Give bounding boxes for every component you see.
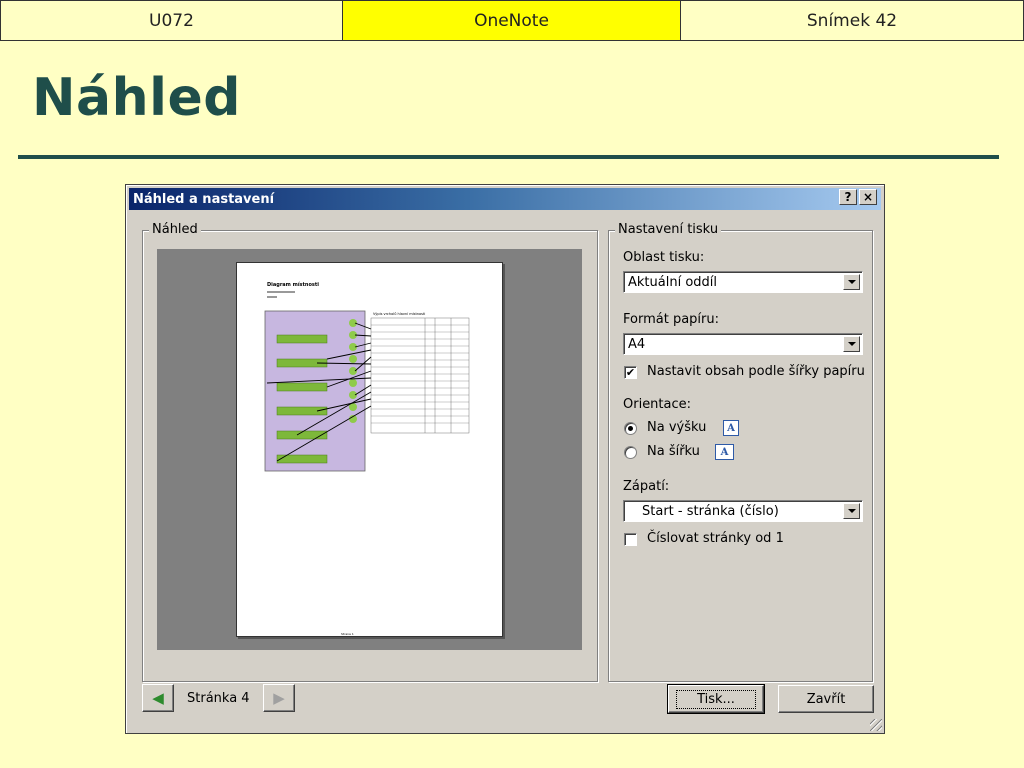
page-indicator: Stránka 4 bbox=[187, 691, 250, 706]
preview-settings-dialog: Náhled a nastavení ? × Náhled Diagram mí… bbox=[125, 184, 885, 734]
footer-value: Start - stránka (číslo) bbox=[642, 503, 779, 519]
close-button-label: Zavřít bbox=[806, 691, 846, 707]
thumb-doc-title: Diagram místnosti bbox=[267, 281, 319, 288]
previous-page-button[interactable]: ◀ bbox=[142, 684, 174, 712]
preview-group-label: Náhled bbox=[149, 222, 201, 237]
fit-width-label: Nastavit obsah podle šířky papíru bbox=[647, 364, 865, 379]
portrait-radio[interactable] bbox=[624, 422, 637, 435]
portrait-icon: A bbox=[723, 420, 739, 436]
print-area-value: Aktuální oddíl bbox=[628, 274, 718, 290]
print-settings-group: Nastavení tisku Oblast tisku: Aktuální o… bbox=[608, 222, 873, 682]
close-dialog-button[interactable]: Zavřít bbox=[778, 685, 874, 713]
paper-format-select[interactable]: A4 bbox=[623, 333, 863, 355]
print-area-select[interactable]: Aktuální oddíl bbox=[623, 271, 863, 293]
paper-format-label: Formát papíru: bbox=[623, 312, 719, 327]
slide-header: U072 OneNote Snímek 42 bbox=[0, 0, 1024, 41]
arrow-left-icon: ◀ bbox=[152, 689, 164, 707]
help-button[interactable]: ? bbox=[839, 189, 857, 205]
page-thumbnail: Diagram místnosti Výpis vrcholů hlavní m… bbox=[264, 281, 470, 636]
print-area-label: Oblast tisku: bbox=[623, 250, 705, 265]
preview-canvas: Diagram místnosti Výpis vrcholů hlavní m… bbox=[157, 249, 582, 650]
slide-number: Snímek 42 bbox=[681, 0, 1024, 41]
chevron-down-icon[interactable] bbox=[843, 336, 860, 352]
thumb-footer: Strana 1 bbox=[341, 632, 354, 636]
course-code: U072 bbox=[0, 0, 343, 41]
chevron-down-icon[interactable] bbox=[843, 274, 860, 290]
dialog-title: Náhled a nastavení bbox=[133, 191, 275, 207]
print-button[interactable]: Tisk... bbox=[667, 684, 765, 714]
resize-grip-icon[interactable] bbox=[870, 719, 882, 731]
footer-select[interactable]: Start - stránka (číslo) bbox=[623, 500, 863, 522]
print-button-label: Tisk... bbox=[676, 689, 756, 709]
orientation-label: Orientace: bbox=[623, 397, 692, 412]
landscape-radio[interactable] bbox=[624, 446, 637, 459]
number-pages-label: Číslovat stránky od 1 bbox=[647, 531, 784, 546]
chevron-down-icon[interactable] bbox=[843, 503, 860, 519]
slide-title: Náhled bbox=[32, 68, 241, 128]
fit-width-checkbox[interactable]: ✔ bbox=[624, 366, 637, 379]
number-pages-checkbox[interactable] bbox=[624, 533, 637, 546]
settings-group-label: Nastavení tisku bbox=[615, 222, 722, 237]
paper-format-value: A4 bbox=[628, 336, 646, 352]
thumb-table-title: Výpis vrcholů hlavní místnosti bbox=[373, 312, 425, 316]
next-page-button[interactable]: ▶ bbox=[263, 684, 295, 712]
preview-page: Diagram místnosti Výpis vrcholů hlavní m… bbox=[236, 262, 503, 637]
portrait-label: Na výšku bbox=[647, 420, 707, 435]
landscape-label: Na šířku bbox=[647, 444, 700, 459]
title-divider bbox=[18, 155, 999, 159]
close-icon[interactable]: × bbox=[859, 189, 877, 205]
dialog-titlebar[interactable]: Náhled a nastavení bbox=[129, 188, 881, 210]
preview-group: Náhled Diagram místnosti Výpis vrcholů h… bbox=[142, 222, 598, 682]
landscape-icon: A bbox=[715, 444, 734, 460]
footer-label: Zápatí: bbox=[623, 479, 670, 494]
app-name: OneNote bbox=[343, 0, 681, 41]
arrow-right-icon: ▶ bbox=[273, 689, 285, 707]
